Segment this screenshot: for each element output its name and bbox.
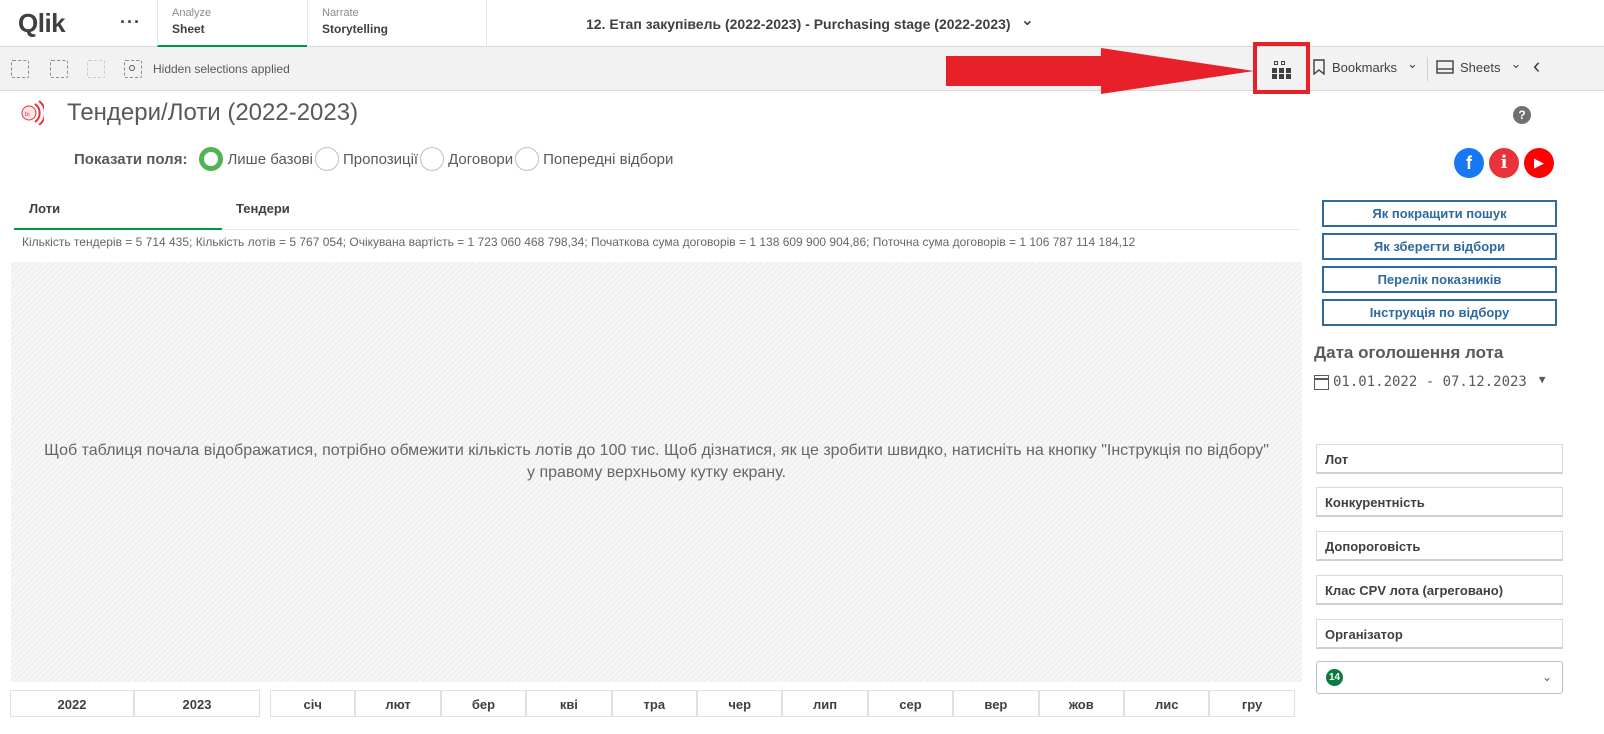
tab-analyze-sheet[interactable]: Analyze Sheet [157,0,307,47]
chevron-down-icon: ⌄ [1510,56,1522,71]
radio-unchecked-icon [314,147,339,171]
filter-threshold[interactable]: Допороговість [1316,531,1563,561]
tab-tenders[interactable]: Тендери [236,201,290,216]
selection-toolbar: Hidden selections applied Bookmarks ⌄ Sh… [0,47,1604,91]
filter-cpv-class[interactable]: Клас CPV лота (агреговано) [1316,575,1563,605]
step-forward-icon[interactable] [87,60,105,78]
step-back-icon[interactable] [50,60,68,78]
more-menu-icon[interactable]: ··· [120,12,141,33]
table-placeholder: Щоб таблиця почала відображатися, потріб… [11,262,1302,682]
facebook-icon[interactable]: f [1454,148,1484,178]
tab-narrate-label: Narrate [322,7,359,19]
sheet-title: Тендери/Лоти (2022-2023) [67,99,359,126]
grid-toggle-button[interactable] [1253,42,1310,94]
radio-label: Пропозиції [342,150,419,168]
dropdown-arrow-icon: ▼ [1538,372,1546,386]
filter-organizer[interactable]: Організатор [1316,619,1563,649]
clear-selections-icon[interactable] [124,60,142,78]
month-item[interactable]: січ [270,690,356,717]
radio-label: Попередні відбори [543,150,674,168]
radio-unchecked-icon [515,147,540,171]
grid-icon [1272,61,1292,79]
active-tab-indicator [14,228,222,230]
how-to-save-selections-button[interactable]: Як зберегти відбори [1322,233,1557,260]
tab-divider [222,229,1300,230]
table-message-line1: Щоб таблиця почала відображатися, потріб… [44,442,1269,459]
qlik-app: Qlik ··· Analyze Sheet Narrate Storytell… [0,0,1604,734]
filter-count-badge: 14 [1326,669,1343,686]
radio-label: Договори [448,150,514,168]
youtube-icon[interactable]: ▶ [1524,148,1554,178]
year-2023[interactable]: 2023 [134,690,260,717]
qlik-logo[interactable]: Qlik [18,7,66,38]
radio-proposals[interactable]: Пропозиції [314,147,419,171]
month-item[interactable]: гру [1209,690,1295,717]
month-item[interactable]: вер [953,690,1039,717]
chevron-down-icon: ⌄ [1020,12,1034,29]
radio-basic-fields[interactable]: Лише базові [199,147,313,171]
collapse-panel-icon[interactable]: ‹ [1533,53,1540,79]
sheets-label: Sheets [1460,59,1501,75]
fields-label: Показати поля: [74,150,188,168]
tab-sheet-label: Sheet [172,22,205,36]
month-item[interactable]: сер [867,690,954,717]
date-filter-title: Дата оголошення лота [1314,343,1504,362]
date-range-picker[interactable]: 01.01.2022 - 07.12.2023 ▼ [1314,372,1546,390]
help-icon[interactable]: ? [1513,106,1531,124]
annotation-arrow [946,48,1254,94]
chevron-down-icon: ⌄ [1407,56,1418,71]
month-item[interactable]: чер [697,690,783,717]
month-item[interactable]: жов [1038,690,1124,717]
radio-contracts[interactable]: Договори [420,147,513,171]
bookmarks-button[interactable]: Bookmarks ⌄ [1312,56,1418,75]
tab-narrate-storytelling[interactable]: Narrate Storytelling [307,0,487,47]
radio-checked-icon [199,147,224,171]
radio-prequalification[interactable]: Попередні відбори [515,147,673,171]
bookmark-icon [1313,59,1325,75]
table-message-line2: у правому верхньому кутку екрану. [527,464,786,481]
bookmarks-label: Bookmarks [1332,59,1398,75]
info-icon[interactable]: i [1489,148,1519,178]
month-item[interactable]: кві [526,690,612,717]
toolbar-divider [1427,57,1428,81]
app-title-dropdown[interactable]: 12. Етап закупівель (2022-2023) - Purcha… [586,12,1034,34]
calendar-icon [1314,374,1329,390]
month-item[interactable]: тра [611,690,697,717]
selection-instructions-button[interactable]: Інструкція по відбору [1322,299,1557,326]
filter-lot[interactable]: Лот [1316,444,1563,474]
hidden-selections-text: Hidden selections applied [153,62,290,76]
radio-label: Лише базові [227,150,313,168]
bi-logo-icon: bi [21,100,44,125]
smart-search-icon[interactable] [11,60,29,78]
month-item[interactable]: бер [440,690,527,717]
fields-selector: Показати поля: Лише базові Пропозиції До… [74,147,675,171]
chevron-down-icon: ⌄ [1541,670,1552,684]
year-2022[interactable]: 2022 [10,690,134,717]
tab-lots[interactable]: Лоти [29,201,60,216]
tab-analyze-label: Analyze [172,7,212,19]
month-item[interactable]: лип [782,690,868,717]
radio-unchecked-icon [420,147,445,171]
tab-storytelling-label: Storytelling [322,22,389,36]
filter-competitiveness[interactable]: Конкурентність [1316,487,1563,517]
how-to-improve-search-button[interactable]: Як покращити пошук [1322,200,1557,227]
app-title: 12. Етап закупівель (2022-2023) - Purcha… [586,16,1011,32]
kpi-summary: Кількість тендерів = 5 714 435; Кількіст… [22,235,1136,249]
more-filters-dropdown[interactable]: 14 ⌄ [1316,661,1563,694]
top-header: Qlik ··· Analyze Sheet Narrate Storytell… [0,0,1604,47]
sheets-icon [1436,60,1454,74]
logo-text: Qlik [18,7,66,38]
sheets-button[interactable]: Sheets ⌄ [1436,56,1522,75]
indicators-list-button[interactable]: Перелік показників [1322,266,1557,293]
month-item[interactable]: лис [1124,690,1210,717]
month-item[interactable]: лют [355,690,441,717]
table-message: Щоб таблиця почала відображатися, потріб… [11,440,1302,484]
date-range-value: 01.01.2022 - 07.12.2023 [1333,374,1527,390]
svg-text:bi: bi [25,112,30,118]
